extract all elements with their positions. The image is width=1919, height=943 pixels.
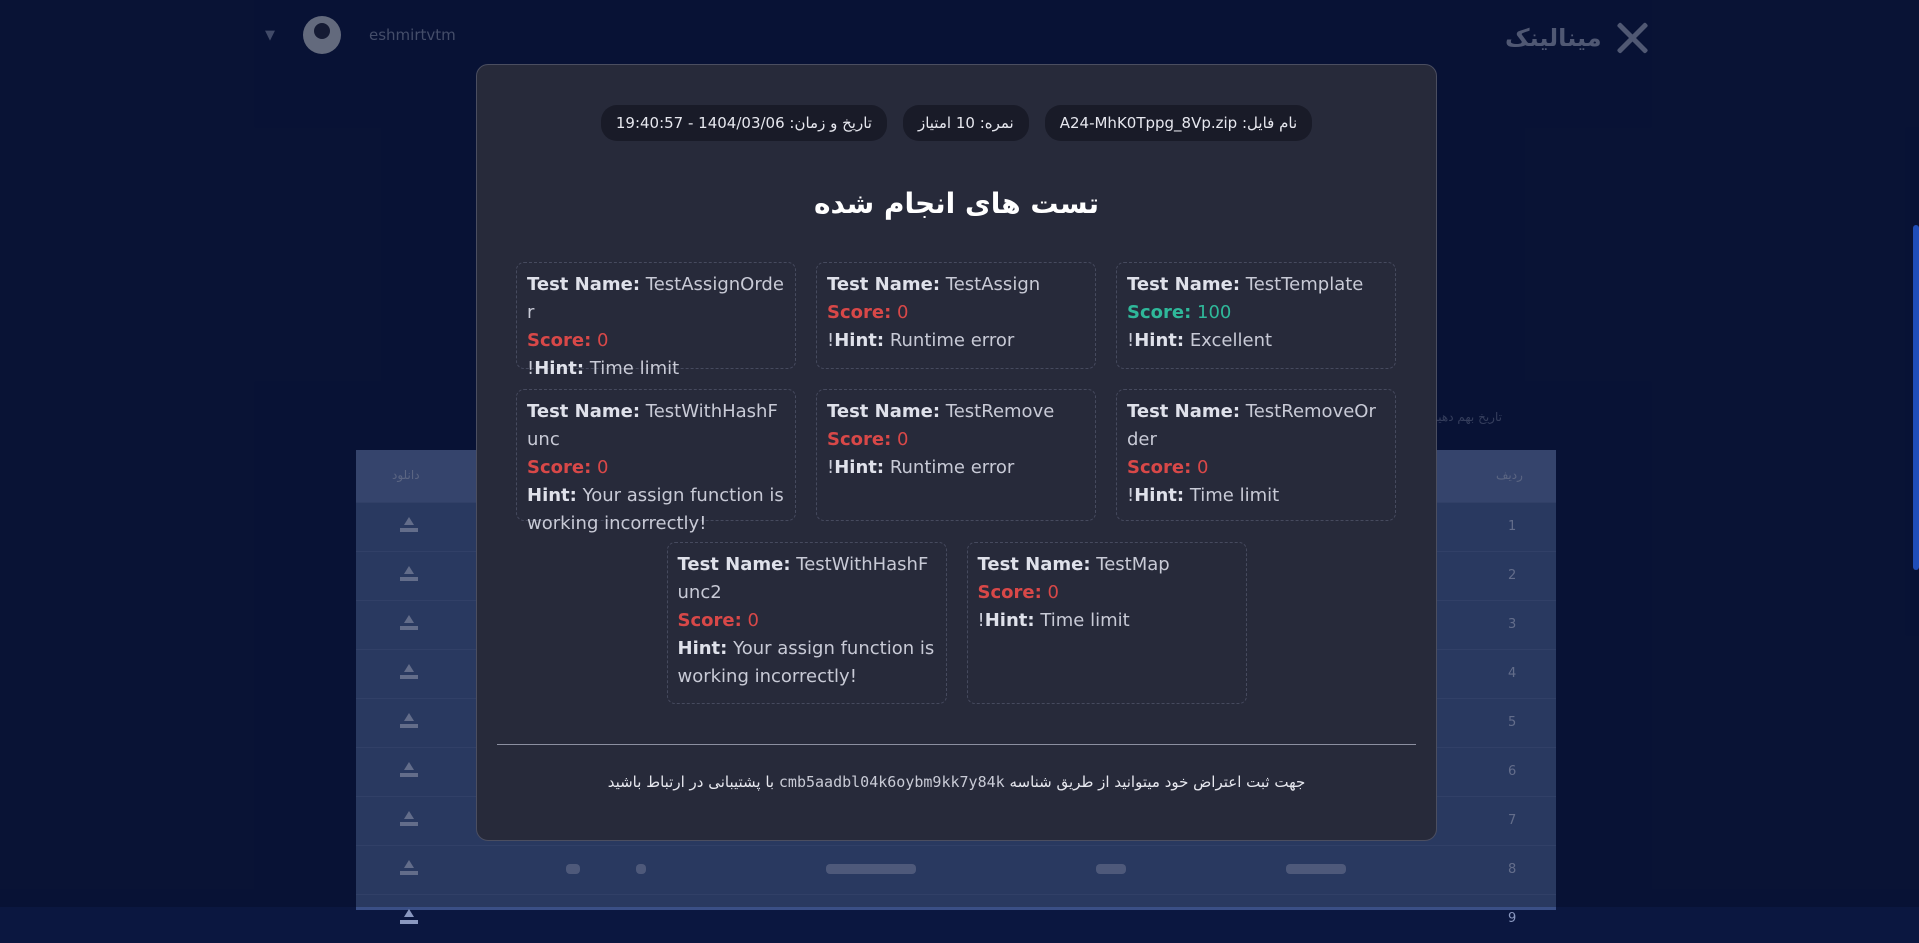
score-label: نمره: [980, 114, 1014, 132]
submission-id-code[interactable]: cmb5aadbl04k6oybm9kk7y84k [779, 773, 1005, 791]
test-score: 0 [1048, 582, 1059, 603]
test-score: 100 [1197, 302, 1231, 323]
test-score: 0 [1197, 457, 1208, 478]
test-card: Test Name: TestRemove Score: 0 !Hint: Ru… [816, 389, 1096, 521]
test-card: Test Name: TestMap Score: 0 !Hint: Time … [967, 542, 1247, 704]
test-hint: Excellent [1190, 330, 1272, 351]
file-name-value: A24-MhK0Tppg_8Vp.zip [1060, 114, 1237, 132]
test-hint-line: Hint: Your assign function is working in… [527, 482, 785, 538]
test-card: Test Name: TestAssignOrder Score: 0 !Hin… [516, 262, 796, 369]
score-value: 10 امتیاز [918, 114, 975, 132]
test-card: Test Name: TestRemoveOrder Score: 0 !Hin… [1116, 389, 1396, 521]
test-score-line: Score: 0 [1127, 454, 1385, 482]
test-hint: Runtime error [890, 457, 1014, 478]
test-hint-line: !Hint: Time limit [527, 355, 785, 383]
test-name-line: Test Name: TestRemoveOrder [1127, 398, 1385, 454]
test-score: 0 [597, 457, 608, 478]
test-name-line: Test Name: TestMap [978, 551, 1236, 579]
score-pill: نمره: 10 امتیاز [903, 105, 1029, 141]
test-score: 0 [897, 302, 908, 323]
datetime-pill: تاریخ و زمان: 19:40:57 - 1404/03/06 [601, 105, 887, 141]
test-hint-line: Hint: Your assign function is working in… [678, 635, 936, 691]
test-name: TestTemplate [1246, 274, 1364, 295]
test-hint-line: !Hint: Time limit [978, 607, 1236, 635]
test-score-line: Score: 0 [827, 299, 1085, 327]
test-cards-grid: Test Name: TestTemplate Score: 100 !Hint… [517, 262, 1396, 521]
test-score-line: Score: 0 [527, 327, 785, 355]
test-name-line: Test Name: TestAssign [827, 271, 1085, 299]
modal-title: تست های انجام شده [477, 187, 1436, 220]
test-name-line: Test Name: TestAssignOrder [527, 271, 785, 327]
test-name: TestAssign [946, 274, 1040, 295]
test-card: Test Name: TestTemplate Score: 100 !Hint… [1116, 262, 1396, 369]
test-card: Test Name: TestAssign Score: 0 !Hint: Ru… [816, 262, 1096, 369]
test-name: TestMap [1096, 554, 1169, 575]
test-name-line: Test Name: TestRemove [827, 398, 1085, 426]
test-hint: Runtime error [890, 330, 1014, 351]
test-hint: Time limit [590, 358, 679, 379]
note-text-end: با پشتیبانی در ارتباط باشید [608, 773, 774, 791]
test-score: 0 [597, 330, 608, 351]
test-score: 0 [897, 429, 908, 450]
test-score: 0 [748, 610, 759, 631]
download-icon[interactable] [400, 909, 418, 925]
note-text-start: جهت ثبت اعتراض خود میتوانید از طریق شناس… [1009, 773, 1305, 791]
test-card: Test Name: TestWithHashFunc2 Score: 0 Hi… [667, 542, 947, 704]
test-score-line: Score: 0 [827, 426, 1085, 454]
test-score-line: Score: 0 [978, 579, 1236, 607]
objection-note: جهت ثبت اعتراض خود میتوانید از طریق شناس… [477, 773, 1436, 791]
test-results-modal: نام فایل: A24-MhK0Tppg_8Vp.zip نمره: 10 … [476, 64, 1437, 841]
divider [497, 744, 1416, 745]
test-name-line: Test Name: TestWithHashFunc [527, 398, 785, 454]
test-hint: Time limit [1040, 610, 1129, 631]
file-name-label: نام فایل: [1242, 114, 1297, 132]
test-cards-last-row: Test Name: TestWithHashFunc2 Score: 0 Hi… [477, 542, 1436, 704]
test-score-line: Score: 0 [527, 454, 785, 482]
test-hint-line: !Hint: Excellent [1127, 327, 1385, 355]
submission-info: نام فایل: A24-MhK0Tppg_8Vp.zip نمره: 10 … [477, 105, 1436, 141]
test-hint-line: !Hint: Time limit [1127, 482, 1385, 510]
test-name-line: Test Name: TestTemplate [1127, 271, 1385, 299]
row-number: 9 [1508, 911, 1516, 926]
file-name-pill: نام فایل: A24-MhK0Tppg_8Vp.zip [1045, 105, 1312, 141]
test-name-line: Test Name: TestWithHashFunc2 [678, 551, 936, 607]
test-hint-line: !Hint: Runtime error [827, 327, 1085, 355]
test-hint: Time limit [1190, 485, 1279, 506]
test-card: Test Name: TestWithHashFunc Score: 0 Hin… [516, 389, 796, 521]
test-score-line: Score: 0 [678, 607, 936, 635]
test-name: TestRemove [946, 401, 1055, 422]
datetime-value: 19:40:57 - 1404/03/06 [616, 114, 785, 132]
datetime-label: تاریخ و زمان: [789, 114, 872, 132]
test-score-line: Score: 100 [1127, 299, 1385, 327]
test-hint-line: !Hint: Runtime error [827, 454, 1085, 482]
